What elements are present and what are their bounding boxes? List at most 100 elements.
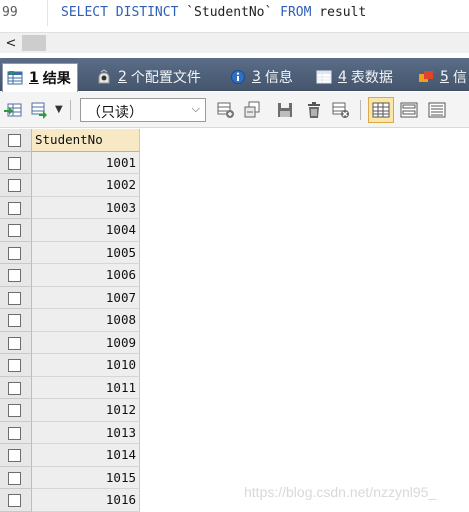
row-checkbox[interactable]: [8, 269, 21, 282]
toolbar-separator: [360, 100, 361, 120]
row-checkbox[interactable]: [8, 224, 21, 237]
grid-header-row: StudentNo: [0, 129, 142, 152]
row-select-cell: [0, 331, 32, 354]
row-checkbox[interactable]: [8, 426, 21, 440]
table-row[interactable]: 1009: [0, 331, 142, 354]
table-row[interactable]: 1016: [0, 489, 142, 512]
table-row[interactable]: 1011: [0, 376, 142, 399]
studentno-cell[interactable]: 1007: [32, 286, 140, 309]
select-all-checkbox[interactable]: [8, 134, 21, 147]
table-row[interactable]: 1007: [0, 286, 142, 309]
tab-table-data-label: 表数据: [350, 70, 393, 86]
table-row[interactable]: 1001: [0, 151, 142, 174]
watermark-text: https://blog.csdn.net/nzzynl95_: [244, 484, 437, 500]
row-select-cell: [0, 241, 32, 264]
tab-result[interactable]: 1 结果: [2, 63, 78, 92]
row-checkbox[interactable]: [8, 449, 21, 462]
studentno-cell[interactable]: 1003: [32, 196, 140, 219]
grid-view-toggle[interactable]: [368, 97, 394, 123]
studentno-cell[interactable]: 1009: [32, 331, 140, 354]
sql-statement[interactable]: SELECT DISTINCT `StudentNo` FROM result: [61, 5, 366, 20]
studentno-cell[interactable]: 1001: [32, 151, 140, 174]
form-view-toggle[interactable]: [396, 97, 422, 123]
studentno-cell[interactable]: 1013: [32, 421, 140, 444]
row-checkbox[interactable]: [8, 246, 21, 260]
tab-table-data[interactable]: 4 表数据: [316, 63, 393, 91]
discard-icon[interactable]: [332, 101, 350, 119]
row-select-cell: [0, 219, 32, 242]
table-data-icon: [316, 69, 332, 85]
table-row[interactable]: 1005: [0, 241, 142, 264]
studentno-cell[interactable]: 1004: [32, 219, 140, 242]
import-icon[interactable]: [31, 101, 49, 119]
studentno-cell[interactable]: 1016: [32, 489, 140, 512]
table-row[interactable]: 1013: [0, 421, 142, 444]
row-checkbox[interactable]: [8, 359, 21, 372]
add-row-icon[interactable]: [217, 101, 235, 119]
row-checkbox[interactable]: [8, 201, 21, 215]
row-select-cell: [0, 421, 32, 444]
row-select-cell: [0, 489, 32, 512]
table-row[interactable]: 1014: [0, 444, 142, 467]
row-checkbox[interactable]: [8, 314, 21, 327]
studentno-cell[interactable]: 1002: [32, 174, 140, 197]
delete-icon[interactable]: [305, 101, 323, 119]
row-select-cell: [0, 354, 32, 377]
tab-info-label: 信息: [264, 70, 293, 86]
save-icon[interactable]: [276, 101, 294, 119]
horizontal-scrollbar[interactable]: <: [0, 32, 469, 53]
row-select-cell: [0, 264, 32, 287]
row-select-cell: [0, 309, 32, 332]
row-checkbox[interactable]: [8, 404, 21, 417]
tab-result-label: 结果: [42, 71, 71, 87]
column-header-studentno[interactable]: StudentNo: [32, 129, 140, 152]
row-select-cell: [0, 174, 32, 197]
row-checkbox[interactable]: [8, 336, 21, 350]
copy-row-icon[interactable]: [243, 101, 261, 119]
studentno-cell[interactable]: 1005: [32, 241, 140, 264]
info-history-icon: [418, 69, 434, 85]
table-row[interactable]: 1004: [0, 219, 142, 242]
sql-identifier: `StudentNo`: [186, 5, 273, 20]
scrollbar-thumb[interactable]: [22, 35, 46, 51]
row-checkbox[interactable]: [8, 471, 21, 485]
tab-profiles[interactable]: 2 个配置文件: [96, 63, 201, 91]
tab-history[interactable]: 5信: [418, 63, 467, 91]
row-checkbox[interactable]: [8, 494, 21, 507]
studentno-cell[interactable]: 1015: [32, 466, 140, 489]
grid-view-icon: [372, 102, 390, 118]
import-dropdown-arrow[interactable]: ▼: [55, 104, 63, 115]
table-row[interactable]: 1002: [0, 174, 142, 197]
table-row[interactable]: 1015: [0, 466, 142, 489]
row-checkbox[interactable]: [8, 381, 21, 395]
sql-editor-line[interactable]: 99 SELECT DISTINCT `StudentNo` FROM resu…: [0, 0, 469, 26]
export-icon[interactable]: [4, 101, 22, 119]
text-view-toggle[interactable]: [424, 97, 450, 123]
studentno-cell[interactable]: 1011: [32, 376, 140, 399]
studentno-cell[interactable]: 1012: [32, 399, 140, 422]
row-checkbox[interactable]: [8, 291, 21, 305]
studentno-cell[interactable]: 1008: [32, 309, 140, 332]
row-checkbox[interactable]: [8, 156, 21, 170]
table-row[interactable]: 1012: [0, 399, 142, 422]
table-row[interactable]: 1010: [0, 354, 142, 377]
sql-table-name: result: [319, 5, 367, 20]
toolbar-separator: [70, 100, 71, 120]
tab-info[interactable]: 3 信息: [230, 63, 293, 91]
table-row[interactable]: 1008: [0, 309, 142, 332]
result-tabbar: 1 结果 2 个配置文件 3 信息 4 表数据 5信: [0, 58, 469, 92]
table-row[interactable]: 1003: [0, 196, 142, 219]
scroll-left-button[interactable]: <: [0, 33, 22, 53]
table-row[interactable]: 1006: [0, 264, 142, 287]
tab-info-number: 3: [252, 69, 261, 85]
row-checkbox[interactable]: [8, 179, 21, 192]
studentno-cell[interactable]: 1006: [32, 264, 140, 287]
row-select-cell: [0, 399, 32, 422]
table-result-icon: [7, 70, 23, 86]
mode-dropdown[interactable]: （只读） ⌵: [80, 98, 206, 122]
studentno-cell[interactable]: 1014: [32, 444, 140, 467]
info-icon: [230, 69, 246, 85]
studentno-cell[interactable]: 1010: [32, 354, 140, 377]
text-view-icon: [428, 102, 446, 118]
row-select-cell: [0, 286, 32, 309]
